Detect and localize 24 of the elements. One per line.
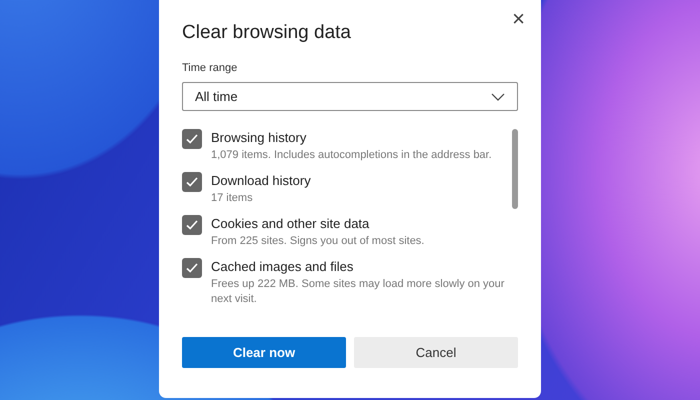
checkmark-icon <box>186 177 198 187</box>
item-description: 1,079 items. Includes autocompletions in the address bar. <box>211 148 492 163</box>
chevron-down-icon <box>491 92 505 100</box>
checkbox-label: Cached images and files <box>211 259 354 274</box>
checkmark-icon <box>186 263 198 273</box>
checkbox-label: Download history <box>211 173 311 188</box>
cancel-button[interactable]: Cancel <box>354 337 518 368</box>
checkmark-icon <box>186 220 198 230</box>
checkbox[interactable] <box>182 215 202 235</box>
checkbox[interactable] <box>182 172 202 192</box>
clear-now-button[interactable]: Clear now <box>182 337 346 368</box>
item-description: Frees up 222 MB. Some sites may load more slowly on your next visit. <box>211 277 506 307</box>
checkbox-label: Cookies and other site data <box>211 216 370 231</box>
item-description: 17 items <box>211 191 254 206</box>
field-label: Time range <box>182 62 238 74</box>
checkbox[interactable] <box>182 129 202 149</box>
scrollbar-thumb[interactable] <box>512 129 518 209</box>
time-range-dropdown[interactable]: All time <box>182 82 518 111</box>
checkbox[interactable] <box>182 258 202 278</box>
checkmark-icon <box>186 134 198 144</box>
item-description: From 225 sites. Signs you out of most sites. <box>211 234 424 249</box>
checkbox-label: Browsing history <box>211 130 308 145</box>
dialog-title: Clear browsing data <box>182 22 352 44</box>
close-button[interactable]: × <box>508 8 529 30</box>
